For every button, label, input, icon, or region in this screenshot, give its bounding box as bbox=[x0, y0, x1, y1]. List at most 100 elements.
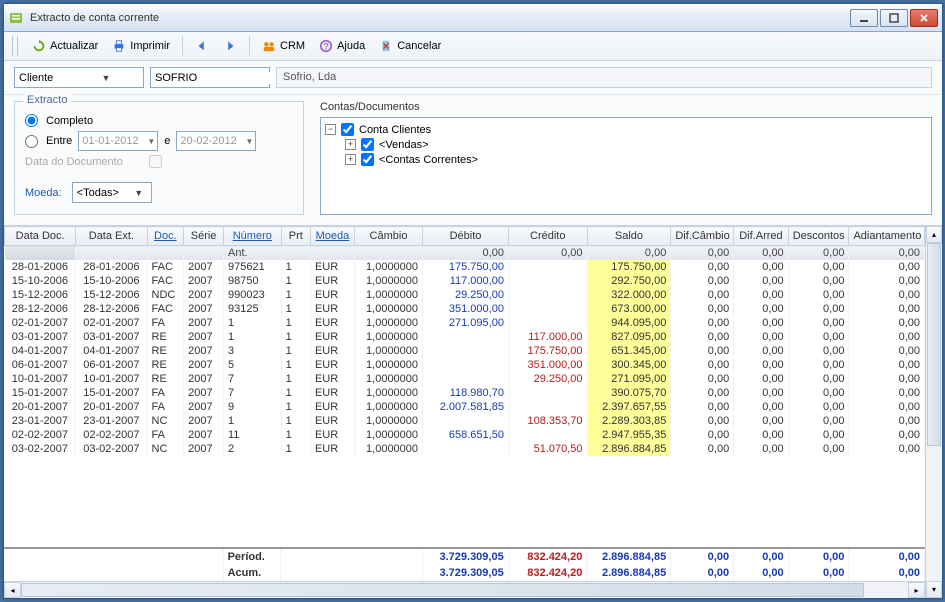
svg-text:?: ? bbox=[323, 42, 329, 53]
table-row[interactable]: 06-01-200706-01-2007RE20075 1EUR1,000000… bbox=[5, 358, 925, 372]
dropdown-arrow-icon[interactable]: ▼ bbox=[246, 137, 254, 146]
data-doc-label: Data do Documento bbox=[25, 156, 123, 168]
table-row[interactable]: 03-01-200703-01-2007RE20071 1EUR1,000000… bbox=[5, 330, 925, 344]
nav-next-button[interactable] bbox=[217, 36, 243, 56]
col-dif-arred[interactable]: Dif.Arred bbox=[734, 227, 788, 246]
dropdown-arrow-icon[interactable]: ▼ bbox=[147, 137, 155, 146]
col-dif-cambio[interactable]: Dif.Câmbio bbox=[671, 227, 734, 246]
maximize-button[interactable] bbox=[880, 9, 908, 27]
tree-node-vendas[interactable]: + <Vendas> bbox=[325, 137, 927, 152]
ajuda-label: Ajuda bbox=[337, 40, 365, 52]
entity-type-combo[interactable]: ▼ bbox=[14, 67, 144, 88]
date-from-input[interactable]: 01-01-2012▼ bbox=[78, 131, 158, 151]
acum-debito: 3.729.309,05 bbox=[422, 565, 508, 581]
tree-checkbox-root[interactable] bbox=[341, 123, 354, 136]
col-descontos[interactable]: Descontos bbox=[788, 227, 849, 246]
entity-code-search[interactable]: 🔍 bbox=[150, 67, 270, 88]
scroll-down-button[interactable]: ▾ bbox=[926, 581, 942, 598]
crm-button[interactable]: CRM bbox=[256, 36, 311, 56]
tree-collapse-icon[interactable]: − bbox=[325, 124, 336, 135]
imprimir-button[interactable]: Imprimir bbox=[106, 36, 176, 56]
table-row[interactable]: 28-01-200628-01-2006FAC2007975621 1EUR1,… bbox=[5, 260, 925, 274]
header-row: Data Doc. Data Ext. Doc. Série Número Pr… bbox=[5, 227, 925, 246]
acum-da: 0,00 bbox=[734, 565, 789, 581]
table-row[interactable]: 20-01-200720-01-2007FA20079 1EUR1,000000… bbox=[5, 400, 925, 414]
ajuda-button[interactable]: ? Ajuda bbox=[313, 36, 371, 56]
moeda-combo[interactable]: ▼ bbox=[72, 182, 152, 203]
date-to-input[interactable]: 20-02-2012▼ bbox=[176, 131, 256, 151]
tree-node-label: Conta Clientes bbox=[359, 124, 431, 136]
scroll-right-button[interactable]: ▸ bbox=[908, 582, 925, 598]
contas-label: Contas/Documentos bbox=[320, 101, 932, 113]
col-data-doc[interactable]: Data Doc. bbox=[5, 227, 76, 246]
col-cambio[interactable]: Câmbio bbox=[354, 227, 422, 246]
close-button[interactable] bbox=[910, 9, 938, 27]
data-grid[interactable]: Data Doc. Data Ext. Doc. Série Número Pr… bbox=[4, 226, 925, 456]
col-prt[interactable]: Prt bbox=[281, 227, 310, 246]
tree-expand-icon[interactable]: + bbox=[345, 139, 356, 150]
scroll-track[interactable] bbox=[21, 582, 908, 598]
horizontal-scrollbar[interactable]: ◂ ▸ bbox=[4, 581, 925, 598]
tree-expand-icon[interactable]: + bbox=[345, 154, 356, 165]
col-data-ext[interactable]: Data Ext. bbox=[76, 227, 147, 246]
tree-node-root[interactable]: − Conta Clientes bbox=[325, 122, 927, 137]
nav-prev-button[interactable] bbox=[189, 36, 215, 56]
tree-node-label: <Contas Correntes> bbox=[379, 154, 478, 166]
col-adiantamento[interactable]: Adiantamento bbox=[849, 227, 925, 246]
table-row[interactable]: 15-12-200615-12-2006NDC2007990023 1EUR1,… bbox=[5, 288, 925, 302]
col-debito[interactable]: Débito bbox=[423, 227, 509, 246]
col-numero[interactable]: Número bbox=[223, 227, 281, 246]
scroll-thumb[interactable] bbox=[927, 243, 941, 446]
cancelar-button[interactable]: Cancelar bbox=[373, 36, 447, 56]
scroll-track[interactable] bbox=[926, 243, 942, 581]
minimize-button[interactable] bbox=[850, 9, 878, 27]
period-des: 0,00 bbox=[788, 548, 849, 565]
col-doc[interactable]: Doc. bbox=[147, 227, 184, 246]
toolbar-handle[interactable] bbox=[12, 36, 18, 56]
col-serie[interactable]: Série bbox=[184, 227, 224, 246]
col-moeda[interactable]: Moeda bbox=[310, 227, 354, 246]
entre-radio[interactable] bbox=[25, 135, 38, 148]
scroll-up-button[interactable]: ▴ bbox=[926, 226, 942, 243]
entity-type-input[interactable] bbox=[19, 72, 99, 84]
table-row[interactable]: 02-02-200702-02-2007FA200711 1EUR1,00000… bbox=[5, 428, 925, 442]
entity-name-display: Sofrio, Lda bbox=[276, 67, 932, 88]
dropdown-arrow-icon[interactable]: ▼ bbox=[132, 188, 146, 198]
summary-acum-row: Acum. 3.729.309,05 832.424,20 2.896.884,… bbox=[4, 565, 925, 581]
table-row[interactable]: 15-01-200715-01-2007FA20077 1EUR1,000000… bbox=[5, 386, 925, 400]
titlebar[interactable]: Extracto de conta corrente bbox=[4, 4, 942, 32]
table-row[interactable]: 03-02-200703-02-2007NC20072 1EUR1,000000… bbox=[5, 442, 925, 456]
ant-row: Ant. 0,000,000,00 0,000,000,000,00 bbox=[5, 246, 925, 261]
table-row[interactable]: 15-10-200615-10-2006FAC200798750 1EUR1,0… bbox=[5, 274, 925, 288]
grid-container: Data Doc. Data Ext. Doc. Série Número Pr… bbox=[4, 225, 942, 598]
period-debito: 3.729.309,05 bbox=[422, 548, 508, 565]
acum-saldo: 2.896.884,85 bbox=[587, 565, 671, 581]
e-label: e bbox=[164, 135, 170, 147]
col-saldo[interactable]: Saldo bbox=[587, 227, 671, 246]
table-row[interactable]: 10-01-200710-01-2007RE20077 1EUR1,000000… bbox=[5, 372, 925, 386]
contas-tree[interactable]: − Conta Clientes + <Vendas> + <Contas Co… bbox=[320, 117, 932, 215]
scroll-thumb[interactable] bbox=[21, 583, 864, 597]
vertical-scrollbar[interactable]: ▴ ▾ bbox=[925, 226, 942, 598]
tree-node-contas-correntes[interactable]: + <Contas Correntes> bbox=[325, 152, 927, 167]
col-credito[interactable]: Crédito bbox=[508, 227, 587, 246]
moeda-label: Moeda: bbox=[25, 187, 62, 199]
moeda-input[interactable] bbox=[77, 187, 132, 199]
data-doc-checkbox bbox=[149, 155, 162, 168]
summary-table: Períod. 3.729.309,05 832.424,20 2.896.88… bbox=[4, 547, 925, 581]
dropdown-arrow-icon[interactable]: ▼ bbox=[99, 73, 113, 83]
actualizar-button[interactable]: Actualizar bbox=[26, 36, 104, 56]
table-row[interactable]: 28-12-200628-12-2006FAC200793125 1EUR1,0… bbox=[5, 302, 925, 316]
cancel-icon bbox=[379, 39, 393, 53]
table-row[interactable]: 04-01-200704-01-2007RE20073 1EUR1,000000… bbox=[5, 344, 925, 358]
toolbar-separator bbox=[182, 36, 183, 56]
completo-radio[interactable] bbox=[25, 114, 38, 127]
table-row[interactable]: 02-01-200702-01-2007FA20071 1EUR1,000000… bbox=[5, 316, 925, 330]
scroll-left-button[interactable]: ◂ bbox=[4, 582, 21, 598]
period-label: Períod. bbox=[223, 548, 281, 565]
crm-icon bbox=[262, 39, 276, 53]
table-row[interactable]: 23-01-200723-01-2007NC20071 1EUR1,000000… bbox=[5, 414, 925, 428]
tree-checkbox-cc[interactable] bbox=[361, 153, 374, 166]
tree-checkbox-vendas[interactable] bbox=[361, 138, 374, 151]
help-icon: ? bbox=[319, 39, 333, 53]
